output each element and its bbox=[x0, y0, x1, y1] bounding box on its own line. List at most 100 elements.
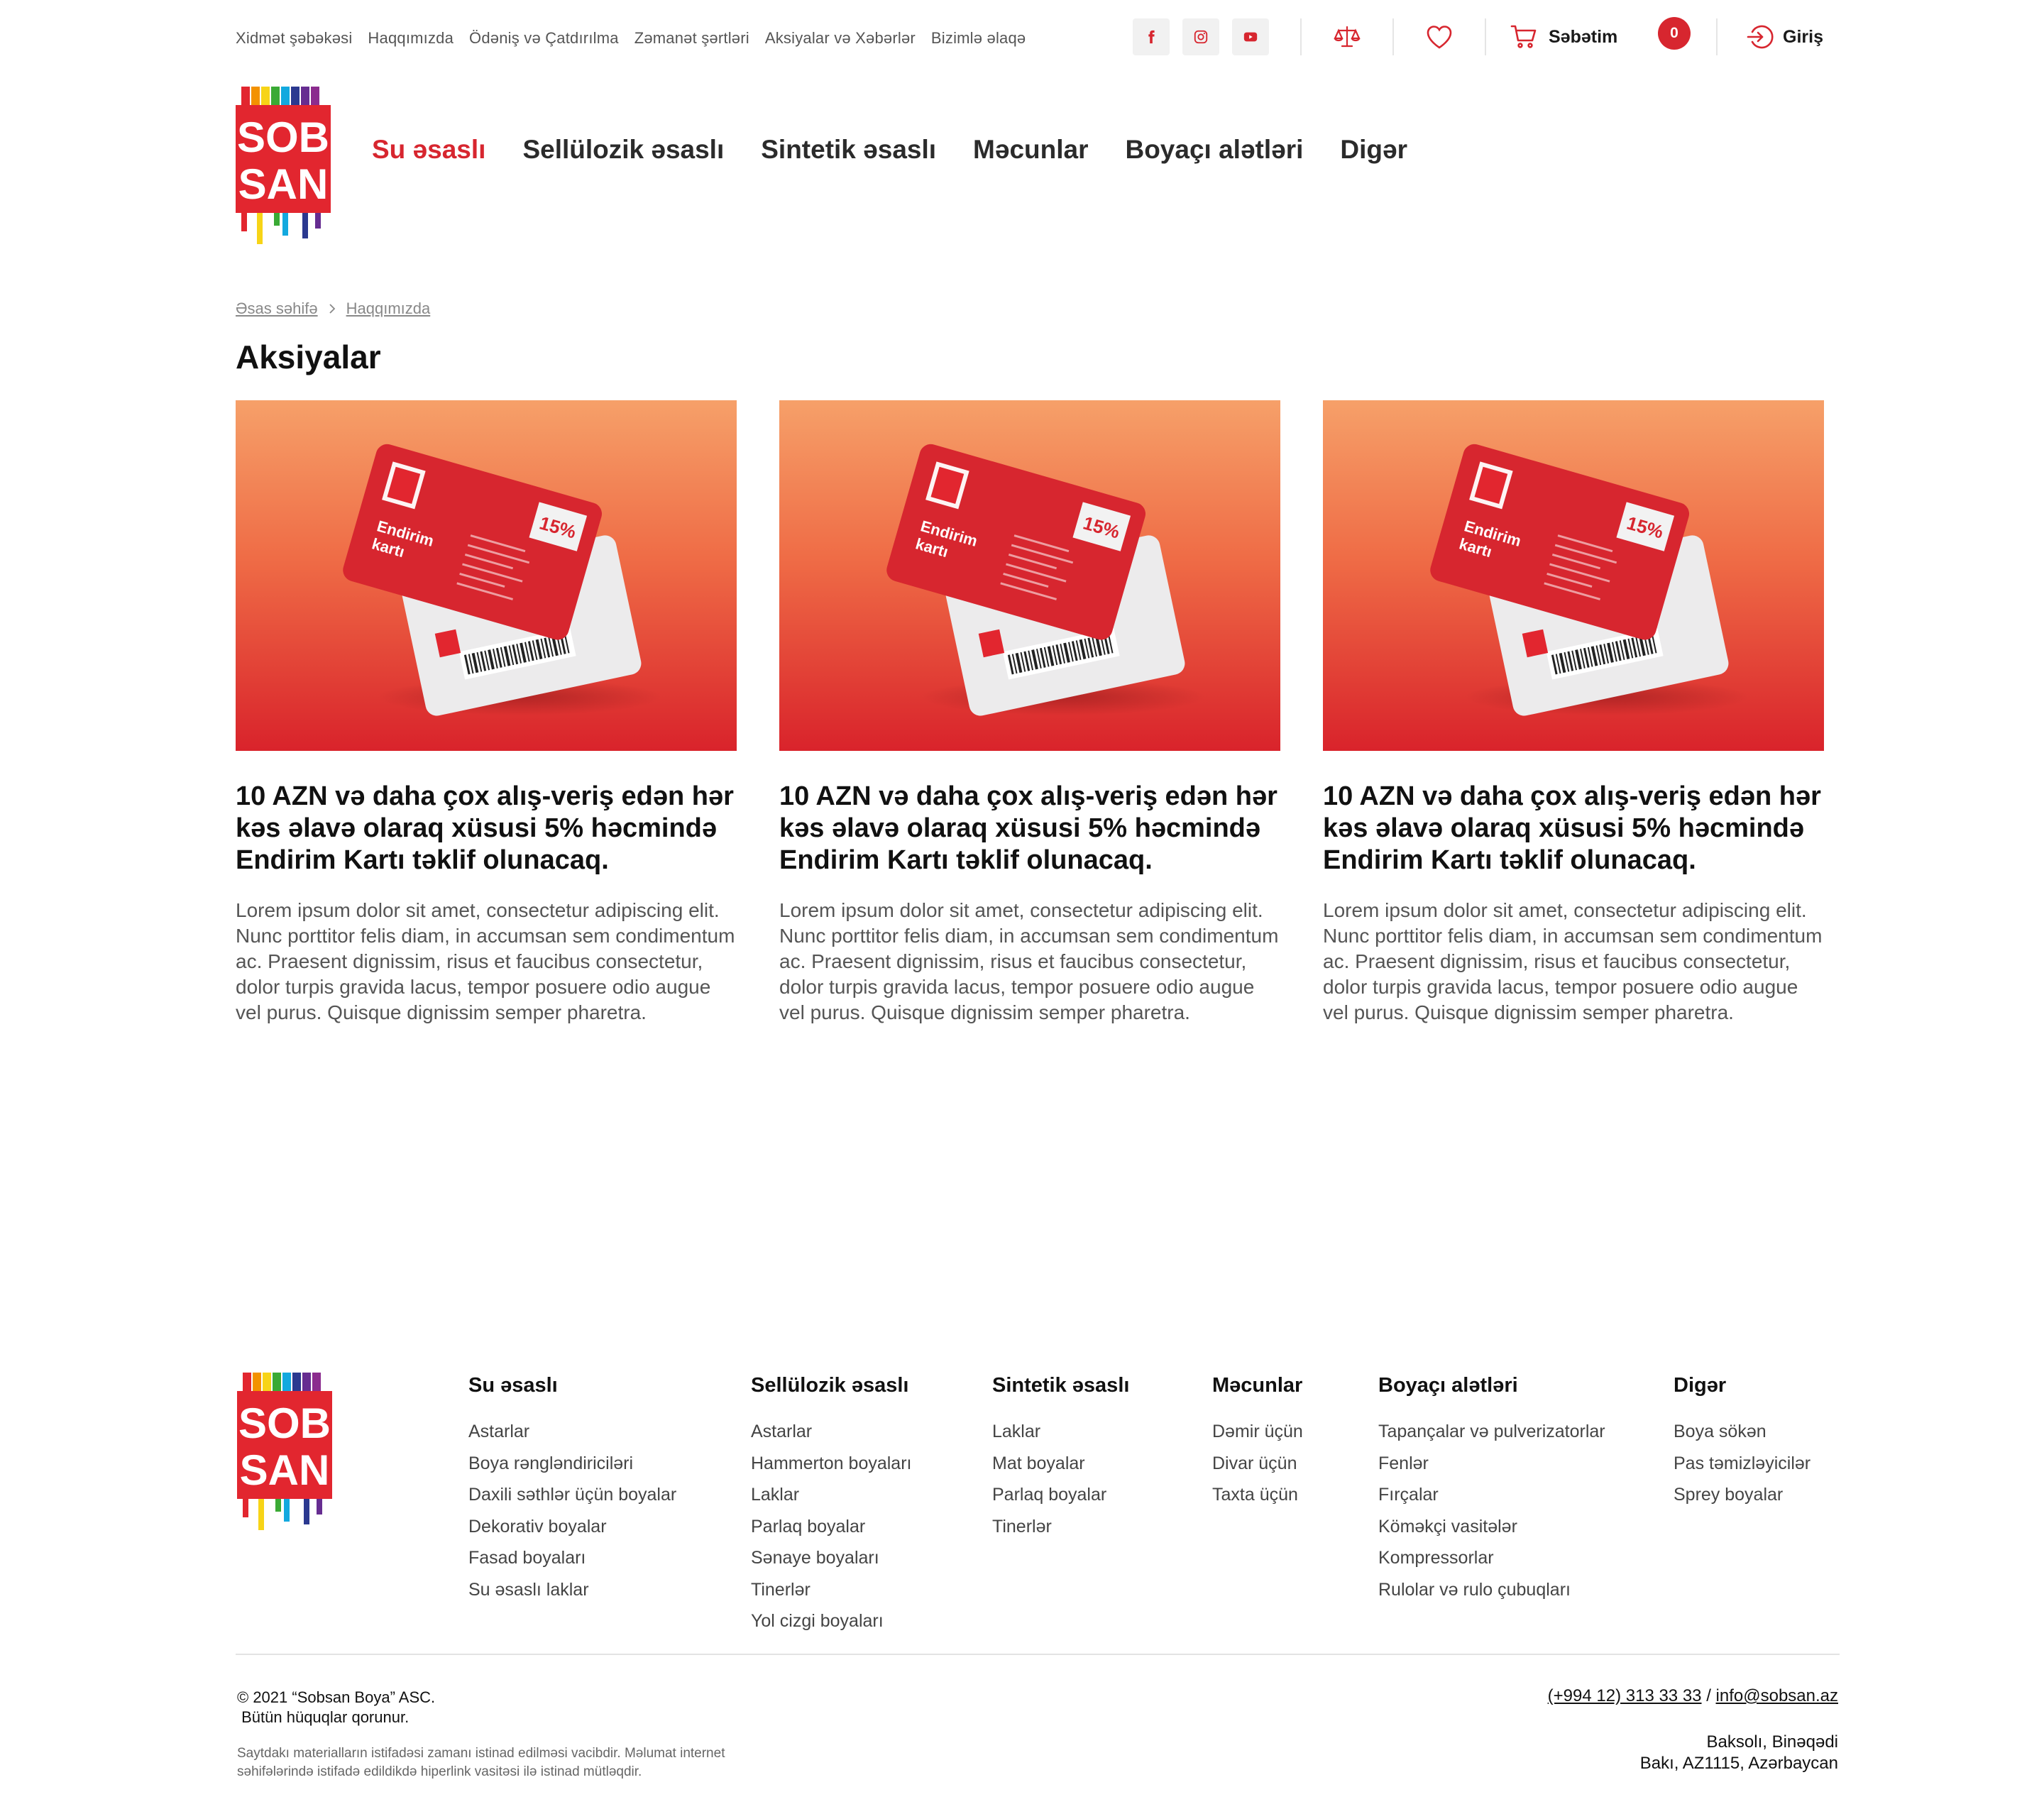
footer-column-title: Su əsaslı bbox=[468, 1374, 558, 1397]
footer-link[interactable]: Tapançalar və pulverizatorlar bbox=[1378, 1416, 1605, 1448]
nav-putties[interactable]: Məcunlar bbox=[973, 135, 1088, 165]
footer-link[interactable]: Laklar bbox=[992, 1416, 1129, 1448]
contact-separator: / bbox=[1706, 1686, 1711, 1705]
footer-link[interactable]: Boya sökən bbox=[1674, 1416, 1811, 1448]
breadcrumb: Əsas səhifə Haqqımızda bbox=[236, 299, 1825, 318]
footer-link[interactable]: Sprey boyalar bbox=[1674, 1479, 1811, 1511]
nav-painter-tools[interactable]: Boyaçı alətləri bbox=[1125, 135, 1303, 165]
notice-line: səhifələrində istifadə edildikdə hiperli… bbox=[237, 1764, 642, 1779]
youtube-icon[interactable] bbox=[1232, 18, 1269, 55]
front-card: 15% Endirim kartı bbox=[1430, 444, 1690, 640]
promotion-card[interactable]: 15% Endirim kartı 10 AZN və daha çox alı… bbox=[236, 400, 737, 1026]
usage-notice: Saytdakı materialların istifadəsi zamanı… bbox=[237, 1744, 876, 1781]
footer-link[interactable]: Mat boyalar bbox=[992, 1448, 1129, 1480]
footer-link[interactable]: Astarlar bbox=[468, 1416, 676, 1448]
footer-contact: (+994 12) 313 33 33 / info@sobsan.az bbox=[1548, 1686, 1838, 1706]
top-link-warranty[interactable]: Zəmanət şərtləri bbox=[634, 29, 749, 48]
promotion-card[interactable]: 15% Endirim kartı 10 AZN və daha çox alı… bbox=[779, 400, 1280, 1026]
footer-column-synthetic-based: Sintetik əsaslı Laklar Mat boyalar Parlaq b… bbox=[992, 1374, 1129, 1542]
facebook-icon[interactable] bbox=[1133, 18, 1170, 55]
cart-icon bbox=[1510, 25, 1537, 48]
top-link-about[interactable]: Haqqımızda bbox=[368, 29, 454, 48]
footer-link[interactable]: Astarlar bbox=[751, 1416, 911, 1448]
top-link-contact[interactable]: Bizimlə əlaqə bbox=[931, 29, 1026, 48]
heart-icon[interactable] bbox=[1419, 18, 1459, 55]
breadcrumb-home[interactable]: Əsas səhifə bbox=[236, 299, 318, 318]
cart-button[interactable]: Səbətim bbox=[1510, 18, 1617, 55]
footer-link[interactable]: Parlaq boyalar bbox=[992, 1479, 1129, 1511]
divider bbox=[1485, 18, 1486, 55]
divider bbox=[1300, 18, 1302, 55]
promotion-title[interactable]: 10 AZN və daha çox alış-veriş edən hər k… bbox=[1323, 781, 1824, 876]
promotion-title[interactable]: 10 AZN və daha çox alış-veriş edən hər k… bbox=[236, 781, 737, 876]
discount-card-illustration: 15% Endirim kartı bbox=[343, 444, 661, 716]
footer-link[interactable]: Boya rəngləndiriciləri bbox=[468, 1448, 676, 1480]
rights-line: Bütün hüquqlar qorunur. bbox=[237, 1708, 410, 1726]
footer-link[interactable]: Köməkçi vasitələr bbox=[1378, 1511, 1605, 1543]
login-label: Giriş bbox=[1783, 26, 1823, 47]
promotion-title[interactable]: 10 AZN və daha çox alış-veriş edən hər k… bbox=[779, 781, 1280, 876]
promotions-list: 15% Endirim kartı 10 AZN və daha çox alı… bbox=[236, 400, 1825, 1026]
footer-link[interactable]: Kompressorlar bbox=[1378, 1542, 1605, 1574]
instagram-icon[interactable] bbox=[1182, 18, 1219, 55]
top-link-payment-delivery[interactable]: Ödəniş və Çatdırılma bbox=[469, 29, 619, 48]
logo-text-top: SOB bbox=[237, 114, 329, 161]
footer-column-title: Sellülozik əsaslı bbox=[751, 1374, 909, 1397]
footer-link[interactable]: Daxili səthlər üçün boyalar bbox=[468, 1479, 676, 1511]
breadcrumb-current[interactable]: Haqqımızda bbox=[346, 299, 431, 318]
footer-link[interactable]: Fenlər bbox=[1378, 1448, 1605, 1480]
footer-link[interactable]: Tinerlər bbox=[992, 1511, 1129, 1543]
footer-address: Baksolı, Binəqədi Bakı, AZ1115, Azərbayc… bbox=[1640, 1732, 1838, 1774]
phone-link[interactable]: (+994 12) 313 33 33 bbox=[1548, 1686, 1702, 1705]
nav-synthetic-based[interactable]: Sintetik əsaslı bbox=[761, 135, 936, 165]
footer-link[interactable]: Parlaq boyalar bbox=[751, 1511, 911, 1543]
footer-column-water-based: Su əsaslı Astarlar Boya rəngləndiriciləri D… bbox=[468, 1374, 676, 1605]
footer-link[interactable]: Tinerlər bbox=[751, 1574, 911, 1606]
footer-link[interactable]: Hammerton boyaları bbox=[751, 1448, 911, 1480]
footer-column-title: Boyaçı alətləri bbox=[1378, 1374, 1518, 1397]
footer-link[interactable]: Rulolar və rulo çubuqları bbox=[1378, 1574, 1605, 1606]
promotion-image: 15% Endirim kartı bbox=[779, 400, 1280, 751]
footer-column-title: Digər bbox=[1674, 1374, 1727, 1397]
footer-link[interactable]: Sənaye boyaları bbox=[751, 1542, 911, 1574]
footer-logo[interactable]: SOB SAN bbox=[237, 1373, 336, 1536]
footer-link[interactable]: Su əsaslı laklar bbox=[468, 1574, 676, 1606]
discount-card-illustration: 15% Endirim kartı bbox=[886, 444, 1205, 716]
top-link-promotions-news[interactable]: Aksiyalar və Xəbərlər bbox=[765, 29, 916, 48]
promotion-text: Lorem ipsum dolor sit amet, consectetur … bbox=[779, 899, 1279, 1023]
front-card: 15% Endirim kartı bbox=[886, 444, 1146, 640]
footer-link[interactable]: Fırçalar bbox=[1378, 1479, 1605, 1511]
promotion-card[interactable]: 15% Endirim kartı 10 AZN və daha çox alı… bbox=[1323, 400, 1824, 1026]
footer-link[interactable]: Yol cizgi boyaları bbox=[751, 1605, 911, 1637]
login-button[interactable]: Giriş bbox=[1746, 18, 1823, 55]
site-logo[interactable]: SOB SAN bbox=[236, 87, 335, 250]
cart-count-badge: 0 bbox=[1658, 17, 1691, 50]
footer-link[interactable]: Laklar bbox=[751, 1479, 911, 1511]
compare-scale-icon[interactable] bbox=[1327, 18, 1367, 55]
page-title: Aksiyalar bbox=[236, 339, 381, 375]
social-links bbox=[1133, 18, 1269, 55]
footer-link[interactable]: Divar üçün bbox=[1212, 1448, 1303, 1480]
nav-water-based[interactable]: Su əsaslı bbox=[372, 135, 485, 165]
divider bbox=[1716, 18, 1718, 55]
footer-link[interactable]: Taxta üçün bbox=[1212, 1479, 1303, 1511]
promotion-image: 15% Endirim kartı bbox=[1323, 400, 1824, 751]
footer-link[interactable]: Pas təmizləyicilər bbox=[1674, 1448, 1811, 1480]
promotion-image: 15% Endirim kartı bbox=[236, 400, 737, 751]
footer-link[interactable]: Dekorativ boyalar bbox=[468, 1511, 676, 1543]
nav-cellulose-based[interactable]: Sellülozik əsaslı bbox=[522, 135, 724, 165]
chevron-right-icon bbox=[329, 304, 335, 314]
main-nav: Su əsaslı Sellülozik əsaslı Sintetik əsa… bbox=[372, 135, 1407, 165]
promotion-text: Lorem ipsum dolor sit amet, consectetur … bbox=[1323, 899, 1823, 1023]
footer-link[interactable]: Dəmir üçün bbox=[1212, 1416, 1303, 1448]
address-line: Bakı, AZ1115, Azərbaycan bbox=[1639, 1754, 1838, 1773]
footer-column-painter-tools: Boyaçı alətləri Tapançalar və pulverizato… bbox=[1378, 1374, 1605, 1605]
email-link[interactable]: info@sobsan.az bbox=[1716, 1686, 1838, 1705]
login-icon bbox=[1747, 25, 1774, 49]
footer-link[interactable]: Fasad boyaları bbox=[468, 1542, 676, 1574]
top-bar: Xidmət şəbəkəsi Haqqımızda Ödəniş və Çat… bbox=[236, 17, 1825, 58]
notice-line: Saytdakı materialların istifadəsi zamanı… bbox=[237, 1746, 725, 1761]
address-line: Baksolı, Binəqədi bbox=[1706, 1732, 1838, 1752]
nav-other[interactable]: Digər bbox=[1340, 135, 1407, 165]
top-link-service-network[interactable]: Xidmət şəbəkəsi bbox=[236, 29, 352, 48]
